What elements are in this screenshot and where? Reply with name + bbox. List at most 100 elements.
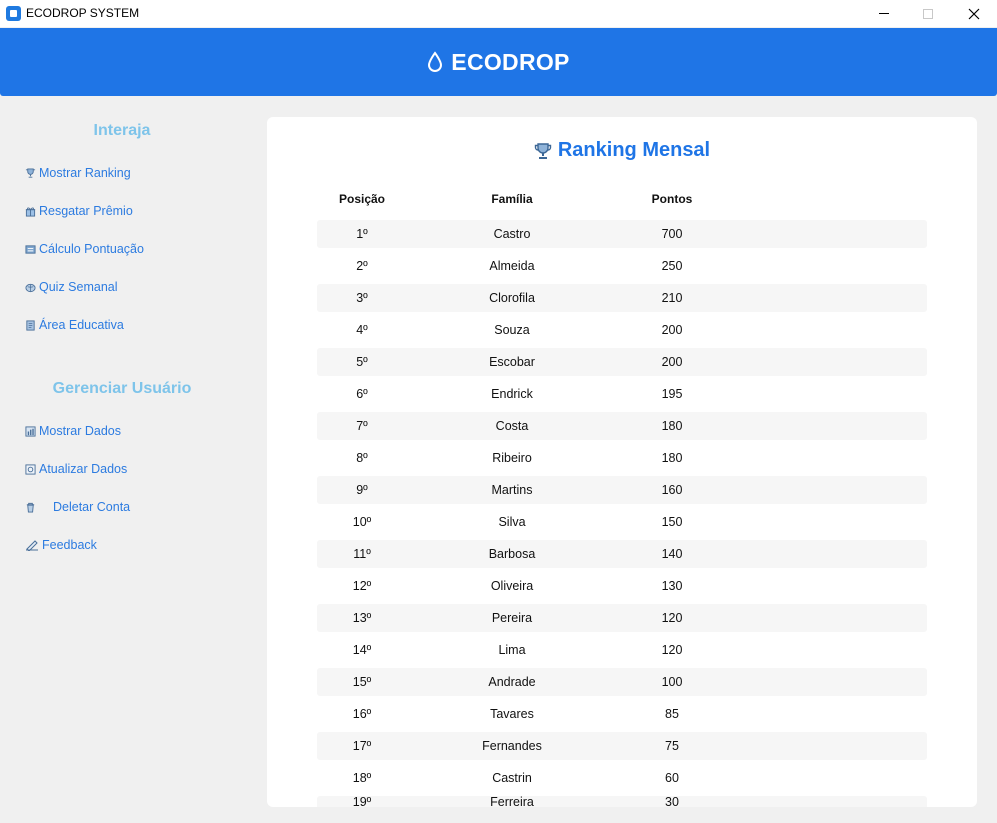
cell-family: Ferreira bbox=[490, 795, 534, 807]
cell-position: 7º bbox=[356, 419, 368, 433]
table-row: 5º Escobar 200 bbox=[317, 348, 927, 376]
ranking-card: Ranking Mensal Posição Família Pontos 1º… bbox=[267, 117, 977, 807]
cell-points: 210 bbox=[661, 291, 683, 305]
mostrar-ranking-button[interactable]: Mostrar Ranking bbox=[24, 166, 131, 180]
maximize-button[interactable] bbox=[905, 0, 951, 27]
cell-points: 130 bbox=[661, 579, 683, 593]
cell-position: 18º bbox=[352, 771, 372, 785]
cell-points: 180 bbox=[661, 419, 683, 433]
mostrar-dados-button[interactable]: Mostrar Dados bbox=[24, 424, 121, 438]
table-row: 4º Souza 200 bbox=[317, 316, 927, 344]
cell-family: Ribeiro bbox=[492, 451, 532, 465]
cell-position: 12º bbox=[352, 579, 372, 593]
cell-position: 5º bbox=[356, 355, 368, 369]
table-row: 1º Castro 700 bbox=[317, 220, 927, 248]
table-row: 12º Oliveira 130 bbox=[317, 572, 927, 600]
cell-position: 19º bbox=[352, 795, 372, 807]
cell-family: Clorofila bbox=[489, 291, 535, 305]
table-row: 15º Andrade 100 bbox=[317, 668, 927, 696]
table-row: 19º Ferreira 30 bbox=[317, 795, 927, 807]
cell-position: 17º bbox=[352, 739, 372, 753]
table-row: 10º Silva 150 bbox=[317, 508, 927, 536]
table-row: 9º Martins 160 bbox=[317, 476, 927, 504]
cell-points: 200 bbox=[661, 323, 683, 337]
pencil-icon bbox=[24, 539, 39, 551]
minimize-button[interactable] bbox=[861, 0, 907, 27]
sidebar-item-label: Mostrar Dados bbox=[39, 424, 121, 438]
calculo-pontuacao-button[interactable]: Cálculo Pontuação bbox=[24, 242, 144, 256]
section-title-user: Gerenciar Usuário bbox=[52, 380, 192, 397]
cell-points: 160 bbox=[661, 483, 683, 497]
cell-points: 85 bbox=[665, 707, 679, 721]
table-row: 18º Castrin 60 bbox=[317, 764, 927, 792]
cell-points: 195 bbox=[661, 387, 683, 401]
section-title-interact: Interaja bbox=[93, 122, 151, 139]
table-row: 3º Clorofila 210 bbox=[317, 284, 927, 312]
close-button[interactable] bbox=[951, 0, 997, 27]
cell-points: 150 bbox=[661, 515, 683, 529]
sidebar-item-label: Atualizar Dados bbox=[39, 462, 128, 476]
app-icon bbox=[6, 6, 21, 21]
cell-points: 75 bbox=[665, 739, 679, 753]
cell-points: 250 bbox=[661, 259, 683, 273]
quiz-semanal-button[interactable]: Quiz Semanal bbox=[24, 280, 118, 294]
cell-position: 6º bbox=[356, 387, 368, 401]
cell-family: Silva bbox=[498, 515, 526, 529]
sidebar-item-label: Área Educativa bbox=[39, 318, 124, 332]
table-row: 13º Pereira 120 bbox=[317, 604, 927, 632]
ranking-table: 1º Castro 700 2º Almeida 250 3º Clorofila 210 … bbox=[317, 220, 927, 807]
resgatar-premio-button[interactable]: Resgatar Prêmio bbox=[24, 204, 133, 218]
cell-points: 60 bbox=[665, 771, 679, 785]
cell-family: Escobar bbox=[489, 355, 535, 369]
feedback-button[interactable]: Feedback bbox=[24, 538, 97, 552]
table-row: 7º Costa 180 bbox=[317, 412, 927, 440]
cell-family: Pereira bbox=[491, 611, 533, 625]
minimize-icon bbox=[879, 13, 889, 14]
trophy-icon bbox=[534, 142, 552, 159]
cell-family: Castrin bbox=[492, 771, 532, 785]
table-row: 17º Fernandes 75 bbox=[317, 732, 927, 760]
column-header-position: Posição bbox=[338, 192, 386, 206]
sidebar-item-label: Quiz Semanal bbox=[39, 280, 118, 294]
cell-family: Martins bbox=[491, 483, 533, 497]
app-name: ECODROP bbox=[451, 48, 570, 75]
book-icon bbox=[24, 319, 36, 331]
cell-position: 3º bbox=[356, 291, 368, 305]
trophy-icon bbox=[24, 167, 36, 179]
sidebar-item-label: Feedback bbox=[42, 538, 97, 552]
cell-family: Lima bbox=[498, 643, 526, 657]
cell-points: 30 bbox=[665, 795, 679, 807]
cell-family: Endrick bbox=[491, 387, 533, 401]
close-icon bbox=[968, 8, 980, 19]
cell-position: 11º bbox=[353, 547, 371, 561]
area-educativa-button[interactable]: Área Educativa bbox=[24, 318, 124, 332]
cell-points: 180 bbox=[661, 451, 683, 465]
cell-position: 16º bbox=[352, 707, 372, 721]
trash-icon bbox=[24, 501, 36, 513]
table-row: 11º Barbosa 140 bbox=[317, 540, 927, 568]
table-row: 16º Tavares 85 bbox=[317, 700, 927, 728]
table-row: 14º Lima 120 bbox=[317, 636, 927, 664]
cell-family: Costa bbox=[495, 419, 529, 433]
cell-family: Andrade bbox=[488, 675, 536, 689]
atualizar-dados-button[interactable]: Atualizar Dados bbox=[24, 462, 127, 476]
deletar-conta-button[interactable]: Deletar Conta bbox=[24, 500, 130, 514]
cell-position: 8º bbox=[356, 451, 368, 465]
cell-position: 4º bbox=[356, 323, 368, 337]
window-title: ECODROP SYSTEM bbox=[26, 6, 140, 20]
cell-position: 9º bbox=[356, 483, 368, 497]
column-header-points: Pontos bbox=[651, 192, 693, 206]
cell-family: Castro bbox=[493, 227, 531, 241]
refresh-icon bbox=[24, 463, 36, 475]
window-titlebar: ECODROP SYSTEM bbox=[0, 0, 997, 27]
ranking-title: Ranking Mensal bbox=[267, 139, 977, 162]
cell-family: Souza bbox=[494, 323, 530, 337]
cell-family: Barbosa bbox=[488, 547, 536, 561]
ranking-title-text: Ranking Mensal bbox=[557, 139, 711, 161]
sidebar-item-label: Deletar Conta bbox=[53, 500, 131, 514]
cell-family: Fernandes bbox=[482, 739, 542, 753]
cell-points: 700 bbox=[661, 227, 683, 241]
sidebar: Interaja Mostrar Ranking Resgatar Prêmio… bbox=[0, 96, 258, 823]
cell-points: 120 bbox=[661, 611, 683, 625]
water-drop-icon bbox=[428, 51, 443, 72]
